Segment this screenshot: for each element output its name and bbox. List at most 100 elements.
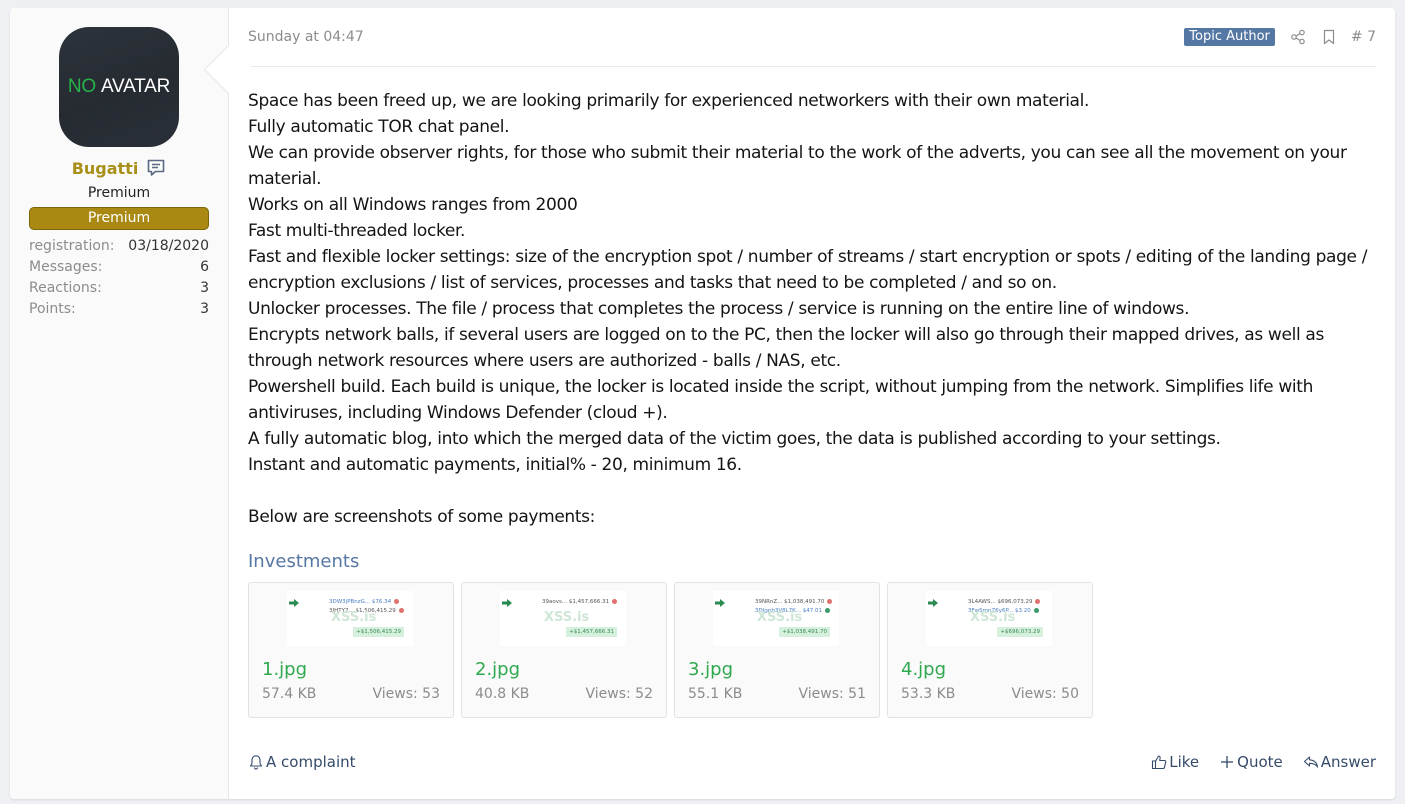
- post-paragraph: Unlocker processes. The file / process t…: [248, 299, 1190, 319]
- stat-value: 03/18/2020: [128, 238, 209, 254]
- avatar[interactable]: NO AVATAR: [59, 27, 179, 147]
- arrow-right-icon: [289, 599, 299, 607]
- post-paragraph: We can provide observer rights, for thos…: [248, 143, 1347, 189]
- post-paragraph: Below are screenshots of some payments:: [248, 507, 596, 527]
- stat-label: Reactions:: [29, 280, 102, 296]
- complaint-label: A complaint: [266, 753, 356, 771]
- thumb-total: +$1,457,666.31: [566, 627, 617, 637]
- attachment-views: Views: 50: [1011, 686, 1080, 702]
- thumb-total: +$1,038,491.70: [779, 627, 830, 637]
- attachment-size: 57.4 KB: [262, 686, 317, 702]
- attachment-size: 53.3 KB: [901, 686, 956, 702]
- attachment-filename[interactable]: 4.jpg: [901, 659, 946, 680]
- post-meta-actions: Topic Author # 7: [1184, 28, 1376, 46]
- attachments-title: Investments: [248, 551, 360, 572]
- user-title: Premium: [87, 185, 151, 201]
- answer-label: Answer: [1320, 753, 1376, 771]
- status-dot: [398, 608, 404, 613]
- attachment-size: 55.1 KB: [688, 686, 743, 702]
- post-paragraph: Powershell build. Each build is unique, …: [248, 377, 1314, 423]
- attachment-item[interactable]: 39NRnZ... $1,038,491.70 3DJgpb3V8L7K... …: [674, 582, 880, 718]
- like-label: Like: [1169, 753, 1200, 771]
- attachment-views: Views: 52: [585, 686, 654, 702]
- attachment-item[interactable]: 3L4AWS... $696,073.29 3Fw5mnZ6y6P... $3.…: [887, 582, 1093, 718]
- stat-value: 3: [200, 301, 209, 317]
- thumb-line-text: 3L4AWS... $696,073.29: [968, 599, 1033, 605]
- stat-reactions: Reactions: 3: [29, 279, 209, 300]
- post-meta: Sunday at 04:47 Topic Author # 7: [248, 26, 1376, 67]
- bell-icon: [248, 754, 264, 770]
- stat-messages: Messages: 6: [29, 258, 209, 279]
- thumb-line: 3DW3jPBnzG... $76.34: [329, 599, 400, 605]
- attachment-thumbnail[interactable]: 3DW3jPBnzG... $76.34 3JHTY7... $1,506,41…: [287, 591, 413, 646]
- attachment-thumbnail[interactable]: 39NRnZ... $1,038,491.70 3DJgpb3V8L7K... …: [713, 591, 839, 646]
- plus-icon: [1219, 754, 1235, 770]
- share-icon[interactable]: [1290, 29, 1306, 45]
- post-paragraph: Works on all Windows ranges from 2000: [248, 195, 578, 215]
- arrow-right-icon: [928, 599, 938, 607]
- thumb-line-text: 3DW3jPBnzG... $76.34: [329, 599, 392, 605]
- post-paragraph: Fast multi-threaded locker.: [248, 221, 466, 241]
- status-dot: [394, 599, 400, 604]
- arrow-right-icon: [502, 599, 512, 607]
- quote-button[interactable]: Quote: [1219, 753, 1283, 771]
- thumb-watermark: XSS.is: [544, 610, 590, 625]
- post-body: Space has been freed up, we are looking …: [248, 88, 1378, 530]
- status-dot: [1033, 608, 1039, 613]
- thumb-line: 39aovs... $1,457,666.31: [542, 599, 618, 605]
- post-main: Sunday at 04:47 Topic Author # 7 Space h…: [229, 8, 1395, 799]
- stat-label: Points:: [29, 301, 76, 317]
- avatar-text-avatar: AVATAR: [100, 76, 171, 97]
- quote-label: Quote: [1237, 753, 1283, 771]
- user-info-panel: NO AVATAR Bugatti Premium Premium regist…: [10, 8, 254, 799]
- attachment-item[interactable]: 39aovs... $1,457,666.31 XSS.is +$1,457,6…: [461, 582, 667, 718]
- status-dot: [1035, 599, 1041, 604]
- post-paragraph: A fully automatic blog, into which the m…: [248, 429, 1221, 449]
- post-paragraph: Fast and flexible locker settings: size …: [248, 247, 1368, 293]
- thumb-watermark: XSS.is: [757, 610, 803, 625]
- thumb-total: +$1,506,415.29: [353, 627, 404, 637]
- answer-button[interactable]: Answer: [1303, 753, 1376, 771]
- complaint-button[interactable]: A complaint: [248, 753, 356, 771]
- like-button[interactable]: Like: [1151, 753, 1199, 771]
- post-actions: Like Quote Answer: [1151, 753, 1376, 771]
- user-stats: registration: 03/18/2020 Messages: 6 Rea…: [29, 237, 209, 321]
- reply-icon: [1303, 754, 1319, 770]
- post-blank-line: [248, 478, 1378, 504]
- thumb-line: 3L4AWS... $696,073.29: [968, 599, 1041, 605]
- thumb-watermark: XSS.is: [970, 610, 1016, 625]
- stat-label: registration:: [29, 238, 115, 254]
- attachments-list: 3DW3jPBnzG... $76.34 3JHTY7... $1,506,41…: [248, 582, 1093, 718]
- attachment-filename[interactable]: 2.jpg: [475, 659, 520, 680]
- message-icon[interactable]: [146, 158, 166, 178]
- status-dot: [612, 599, 618, 604]
- username-row: Bugatti: [10, 158, 228, 178]
- arrow-right-icon: [715, 599, 725, 607]
- thumbs-up-icon: [1151, 754, 1167, 770]
- attachment-item[interactable]: 3DW3jPBnzG... $76.34 3JHTY7... $1,506,41…: [248, 582, 454, 718]
- bookmark-icon[interactable]: [1321, 29, 1337, 45]
- attachment-thumbnail[interactable]: 3L4AWS... $696,073.29 3Fw5mnZ6y6P... $3.…: [926, 591, 1052, 646]
- thumb-total: +$696,073.29: [997, 627, 1043, 637]
- attachment-filename[interactable]: 1.jpg: [262, 659, 307, 680]
- post-paragraph: Encrypts network balls, if several users…: [248, 325, 1324, 371]
- stat-value: 3: [200, 280, 209, 296]
- thumb-line-text: 39NRnZ... $1,038,491.70: [755, 599, 825, 605]
- attachment-views: Views: 51: [798, 686, 867, 702]
- thumb-line: 39NRnZ... $1,038,491.70: [755, 599, 833, 605]
- status-dot: [825, 608, 830, 613]
- avatar-text-no: NO: [67, 76, 96, 97]
- attachment-size: 40.8 KB: [475, 686, 530, 702]
- attachment-filename[interactable]: 3.jpg: [688, 659, 733, 680]
- stat-points: Points: 3: [29, 300, 209, 321]
- topic-author-badge: Topic Author: [1184, 28, 1275, 46]
- attachment-thumbnail[interactable]: 39aovs... $1,457,666.31 XSS.is +$1,457,6…: [500, 591, 626, 646]
- thumb-line-text: 39aovs... $1,457,666.31: [542, 599, 610, 605]
- forum-post: NO AVATAR Bugatti Premium Premium regist…: [10, 8, 1395, 799]
- thumb-watermark: XSS.is: [331, 610, 377, 625]
- post-number[interactable]: # 7: [1351, 29, 1376, 45]
- post-date[interactable]: Sunday at 04:47: [248, 29, 364, 45]
- username[interactable]: Bugatti: [72, 159, 139, 178]
- post-paragraph: Instant and automatic payments, initial%…: [248, 455, 742, 475]
- stat-value: 6: [200, 259, 209, 275]
